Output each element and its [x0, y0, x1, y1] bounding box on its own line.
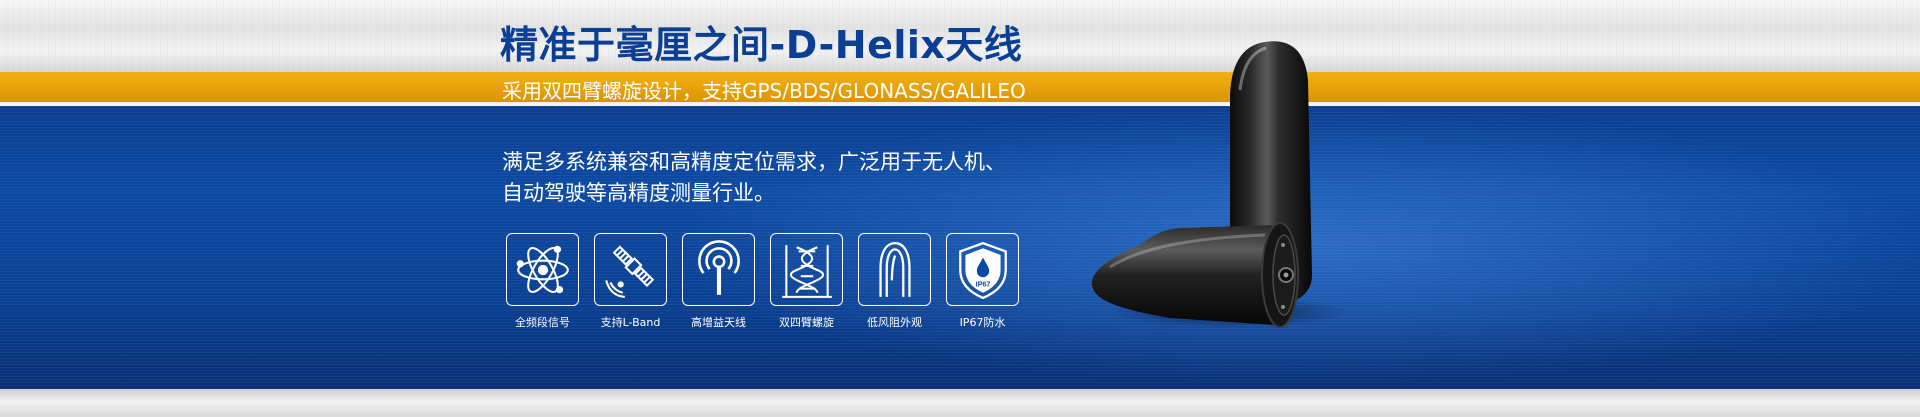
feature-label: IP67防水: [959, 316, 1006, 329]
satellite-icon: [604, 244, 654, 298]
antenna-signal-icon: [697, 239, 740, 295]
atom-icon: [516, 245, 569, 293]
antenna-product-image: [1091, 41, 1350, 328]
feature-icon-box: [506, 233, 579, 306]
feature-list: 全频段信号 支持L-Band 高增益天线 双四臂螺旋 低风阻外观 IP67 IP…: [505, 233, 1020, 330]
feature-item-high-gain: 高增益天线: [681, 233, 756, 330]
feature-label: 低风阻外观: [867, 316, 922, 329]
feature-label: 双四臂螺旋: [779, 316, 834, 329]
feature-icon-box: IP67: [946, 233, 1019, 306]
aerodynamic-icon: [878, 241, 911, 297]
waterproof-shield-icon: IP67: [958, 241, 1007, 299]
description-line-2: 自动驾驶等高精度测量行业。: [502, 181, 775, 205]
feature-label: 支持L-Band: [600, 316, 661, 329]
feature-label: 全频段信号: [515, 316, 570, 329]
feature-label: 高增益天线: [691, 316, 746, 329]
banner-subtitle: 采用双四臂螺旋设计，支持GPS/BDS/GLONASS/GALILEO: [502, 79, 1026, 103]
helix-icon: [781, 244, 832, 298]
feature-icon-box: [770, 233, 843, 306]
feature-item-low-drag: 低风阻外观: [857, 233, 932, 330]
banner-description: 满足多系统兼容和高精度定位需求，广泛用于无人机、 自动驾驶等高精度测量行业。: [502, 147, 1062, 209]
feature-icon-box: [858, 233, 931, 306]
product-banner: 精准于毫厘之间-D-Helix天线 采用双四臂螺旋设计，支持GPS/BDS/GL…: [0, 0, 1920, 417]
silver-bottom-band: [0, 389, 1920, 417]
feature-item-helix: 双四臂螺旋: [769, 233, 844, 330]
ip67-badge-text: IP67: [975, 279, 990, 288]
feature-icon-box: [594, 233, 667, 306]
description-line-1: 满足多系统兼容和高精度定位需求，广泛用于无人机、: [502, 150, 1006, 174]
banner-title: 精准于毫厘之间-D-Helix天线: [500, 23, 1023, 67]
feature-item-full-band: 全频段信号: [505, 233, 580, 330]
feature-item-l-band: 支持L-Band: [593, 233, 668, 330]
feature-icon-box: [682, 233, 755, 306]
feature-item-ip67: IP67 IP67防水: [945, 233, 1020, 330]
